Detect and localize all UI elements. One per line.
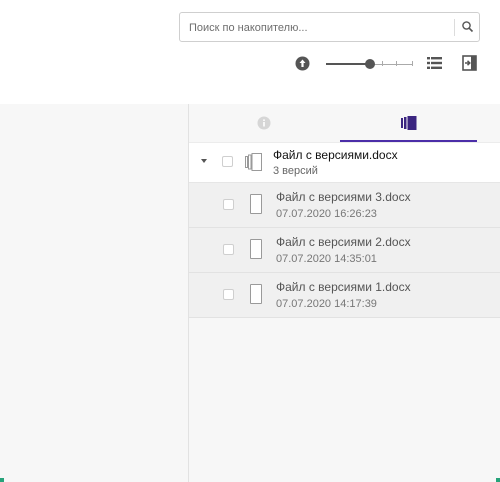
versioned-file-row[interactable]: Файл с версиями.docx 3 версий	[189, 142, 500, 183]
zoom-tick	[396, 61, 397, 66]
search-divider	[454, 19, 455, 36]
version-name: Файл с версиями 3.docx	[276, 190, 411, 204]
info-icon	[257, 116, 271, 130]
zoom-slider-thumb[interactable]	[365, 59, 375, 69]
version-checkbox[interactable]	[223, 244, 234, 255]
versions-icon	[400, 116, 416, 130]
version-row[interactable]: Файл с версиями 1.docx 07.07.2020 14:17:…	[189, 273, 500, 318]
left-panel	[0, 104, 189, 482]
upload-icon[interactable]	[295, 56, 310, 71]
document-icon	[250, 194, 262, 214]
zoom-slider-track	[370, 63, 413, 65]
list-view-icon[interactable]	[427, 56, 442, 70]
zoom-slider[interactable]	[326, 56, 413, 72]
top-toolbar	[0, 0, 500, 104]
file-versions-stack-icon	[245, 153, 262, 171]
version-date: 07.07.2020 16:26:23	[276, 208, 377, 220]
version-row[interactable]: Файл с версиями 3.docx 07.07.2020 16:26:…	[189, 183, 500, 228]
corner-accent	[0, 478, 4, 482]
version-date: 07.07.2020 14:35:01	[276, 253, 377, 265]
document-icon	[250, 239, 262, 259]
version-name: Файл с версиями 1.docx	[276, 280, 411, 294]
versions-count: 3 версий	[273, 165, 318, 177]
version-date: 07.07.2020 14:17:39	[276, 298, 377, 310]
version-row[interactable]: Файл с версиями 2.docx 07.07.2020 14:35:…	[189, 228, 500, 273]
tab-versions[interactable]	[339, 104, 478, 142]
version-name: Файл с версиями 2.docx	[276, 235, 411, 249]
search-input[interactable]	[189, 19, 439, 37]
collapse-caret-icon[interactable]	[201, 159, 207, 163]
search-icon[interactable]	[461, 20, 475, 34]
version-checkbox[interactable]	[223, 289, 234, 300]
document-icon	[250, 284, 262, 304]
versions-panel: Файл с версиями.docx 3 версий Файл с вер…	[189, 104, 500, 482]
zoom-tick	[382, 61, 383, 66]
corner-accent	[496, 478, 500, 482]
file-name: Файл с версиями.docx	[273, 148, 398, 162]
search-box	[179, 12, 480, 42]
panel-tabs	[189, 104, 500, 142]
zoom-slider-track-filled	[326, 63, 370, 65]
exit-icon[interactable]	[462, 55, 477, 71]
version-checkbox[interactable]	[223, 199, 234, 210]
zoom-tick	[412, 61, 413, 66]
tab-info[interactable]	[189, 104, 339, 142]
file-checkbox[interactable]	[222, 156, 233, 167]
